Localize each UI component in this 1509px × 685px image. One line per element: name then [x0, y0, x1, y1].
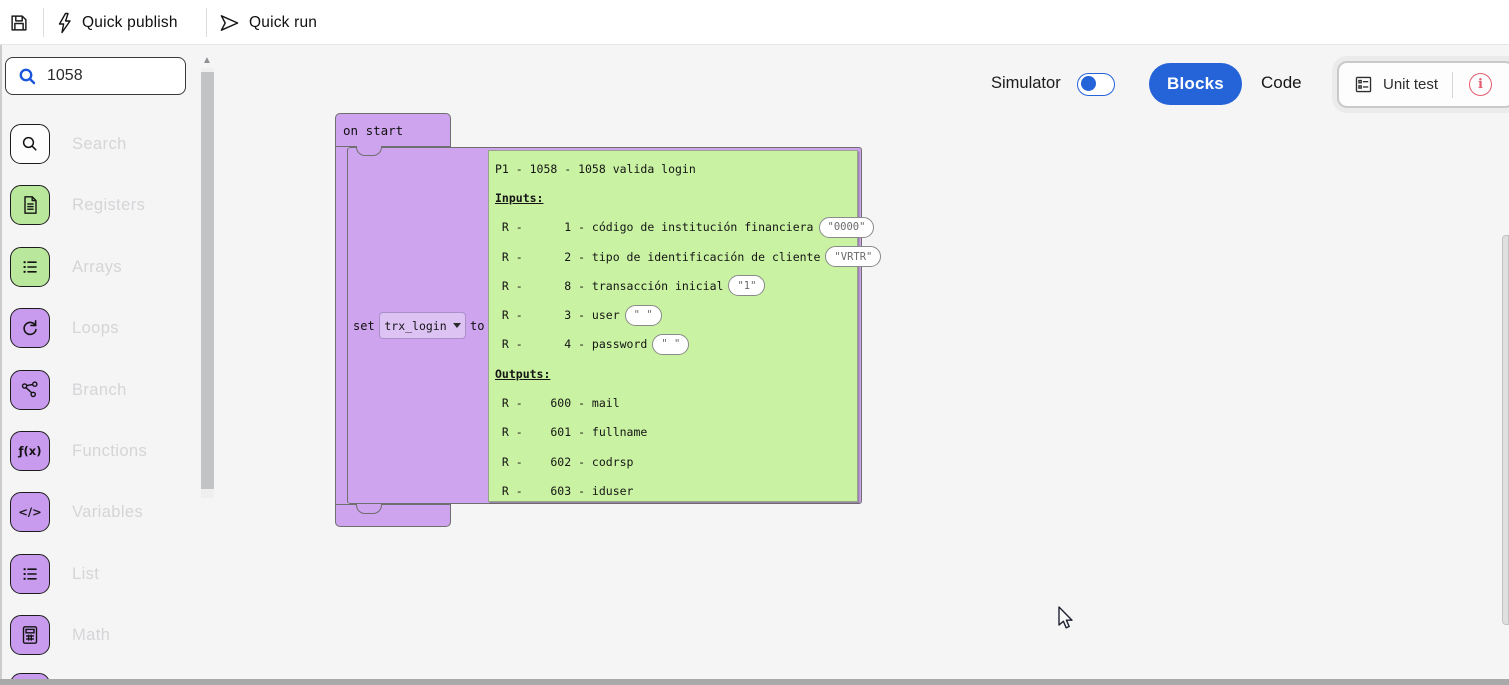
quick-publish-label: Quick publish — [82, 14, 178, 32]
input-value-field[interactable]: " " — [652, 334, 689, 355]
save-icon — [8, 12, 30, 34]
outputs-header-row: Outputs: — [495, 359, 857, 388]
app-window: Quick publish Quick run ▲ Search — [0, 0, 1509, 685]
sidebar-item-label: Branch — [72, 381, 127, 400]
blocks-tab-label: Blocks — [1167, 74, 1224, 94]
toolbox-scrollbar-thumb[interactable] — [201, 72, 214, 489]
document-icon — [10, 185, 50, 225]
sidebar-item-registers[interactable]: Registers — [10, 185, 145, 225]
blocks-tab[interactable]: Blocks — [1149, 63, 1242, 105]
toolbox-scroll-up-arrow[interactable]: ▲ — [202, 55, 212, 66]
unit-test-button[interactable]: Unit test — [1383, 76, 1438, 93]
run-icon — [219, 12, 240, 34]
toolbar-divider — [206, 8, 207, 37]
sidebar-item-functions[interactable]: ƒ(x) Functions — [10, 431, 147, 471]
sidebar-item-loops[interactable]: Loops — [10, 308, 119, 348]
toggle-knob — [1081, 76, 1096, 91]
input-value-field[interactable]: " " — [625, 305, 662, 326]
lightning-icon — [56, 12, 73, 34]
output-row: R - 600 - mail — [495, 388, 857, 417]
list-icon — [10, 247, 50, 287]
code-brackets-icon: </> — [10, 492, 50, 532]
on-start-block[interactable]: on start — [335, 113, 451, 147]
function-icon: ƒ(x) — [10, 431, 50, 471]
input-row: R - 8 - transacción inicial "1" — [495, 271, 857, 300]
on-start-block-footer[interactable] — [335, 504, 451, 527]
block-title: P1 - 1058 - 1058 valida login — [495, 162, 696, 176]
sidebar-item-arrays[interactable]: Arrays — [10, 247, 122, 287]
input-row: R - 4 - password " " — [495, 330, 857, 359]
search-icon — [18, 67, 37, 86]
input-value-field[interactable]: "0000" — [819, 217, 875, 238]
output-label: R - 600 - mail — [495, 396, 620, 410]
input-row: R - 3 - user " " — [495, 300, 857, 329]
output-row: R - 603 - iduser — [495, 476, 857, 505]
sidebar-item-label: Variables — [72, 503, 143, 522]
sidebar-item-math[interactable]: Math — [10, 615, 110, 655]
left-edge-border — [0, 45, 2, 679]
input-label: R - 2 - tipo de identificación de client… — [495, 250, 820, 264]
page-scrollbar-thumb[interactable] — [1502, 235, 1509, 625]
sidebar-item-label: Functions — [72, 442, 147, 461]
sidebar-item-branch[interactable]: Branch — [10, 370, 127, 410]
output-label: R - 602 - codrsp — [495, 455, 633, 469]
mouse-cursor — [1058, 606, 1080, 632]
sidebar-item-label: Search — [72, 135, 127, 154]
toolbar-divider — [43, 8, 44, 37]
input-label: R - 3 - user — [495, 308, 620, 322]
chevron-down-icon — [453, 323, 461, 328]
search-category-icon — [10, 124, 50, 164]
toolbox-search-input[interactable] — [47, 67, 157, 85]
simulator-toggle[interactable] — [1077, 73, 1115, 96]
transaction-value-block[interactable]: P1 - 1058 - 1058 valida login Inputs: R … — [488, 150, 858, 502]
quick-run-button[interactable]: Quick run — [219, 8, 317, 37]
output-row: R - 601 - fullname — [495, 418, 857, 447]
code-tab[interactable]: Code — [1261, 73, 1302, 93]
output-row: R - 602 - codrsp — [495, 447, 857, 476]
sidebar-item-label: List — [72, 565, 99, 584]
unit-test-divider — [1452, 72, 1453, 98]
input-label: R - 4 - password — [495, 337, 647, 351]
top-toolbar: Quick publish Quick run — [0, 0, 1509, 45]
save-button[interactable] — [8, 8, 30, 37]
unit-test-container: Unit test i — [1337, 61, 1509, 108]
checklist-icon — [1354, 75, 1373, 94]
sidebar-item-list[interactable]: List — [10, 554, 99, 594]
variable-name: trx_login — [384, 319, 446, 333]
info-icon[interactable]: i — [1469, 73, 1492, 96]
sidebar-item-variables[interactable]: </> Variables — [10, 492, 143, 532]
sidebar-item-label: Registers — [72, 196, 145, 215]
toolbox-search-box[interactable] — [5, 57, 186, 95]
quick-publish-button[interactable]: Quick publish — [56, 8, 178, 37]
list-icon — [10, 554, 50, 594]
input-value-field[interactable]: "VRTR" — [825, 246, 881, 267]
input-value-field[interactable]: "1" — [728, 275, 765, 296]
sidebar-item-search[interactable]: Search — [10, 124, 127, 164]
input-row: R - 1 - código de institución financiera… — [495, 213, 857, 242]
inputs-header: Inputs: — [495, 191, 543, 205]
inputs-header-row: Inputs: — [495, 183, 857, 212]
quick-run-label: Quick run — [249, 14, 317, 32]
sidebar-item-label: Loops — [72, 319, 119, 338]
output-label: R - 603 - iduser — [495, 484, 633, 498]
input-label: R - 1 - código de institución financiera — [495, 220, 814, 234]
loop-icon — [10, 308, 50, 348]
branch-icon — [10, 370, 50, 410]
variable-dropdown[interactable]: trx_login — [379, 312, 466, 339]
block-title-row: P1 - 1058 - 1058 valida login — [495, 154, 857, 183]
bottom-scrollbar[interactable] — [0, 679, 1509, 685]
output-label: R - 601 - fullname — [495, 425, 647, 439]
calculator-icon — [10, 615, 50, 655]
to-label: to — [470, 319, 484, 333]
outputs-header: Outputs: — [495, 367, 550, 381]
input-row: R - 2 - tipo de identificación de client… — [495, 242, 857, 271]
sidebar-item-label: Arrays — [72, 258, 122, 277]
on-start-label: on start — [343, 123, 403, 138]
sidebar-item-label: Math — [72, 626, 110, 645]
set-label: set — [353, 319, 375, 333]
simulator-label: Simulator — [991, 74, 1061, 93]
input-label: R - 8 - transacción inicial — [495, 279, 723, 293]
